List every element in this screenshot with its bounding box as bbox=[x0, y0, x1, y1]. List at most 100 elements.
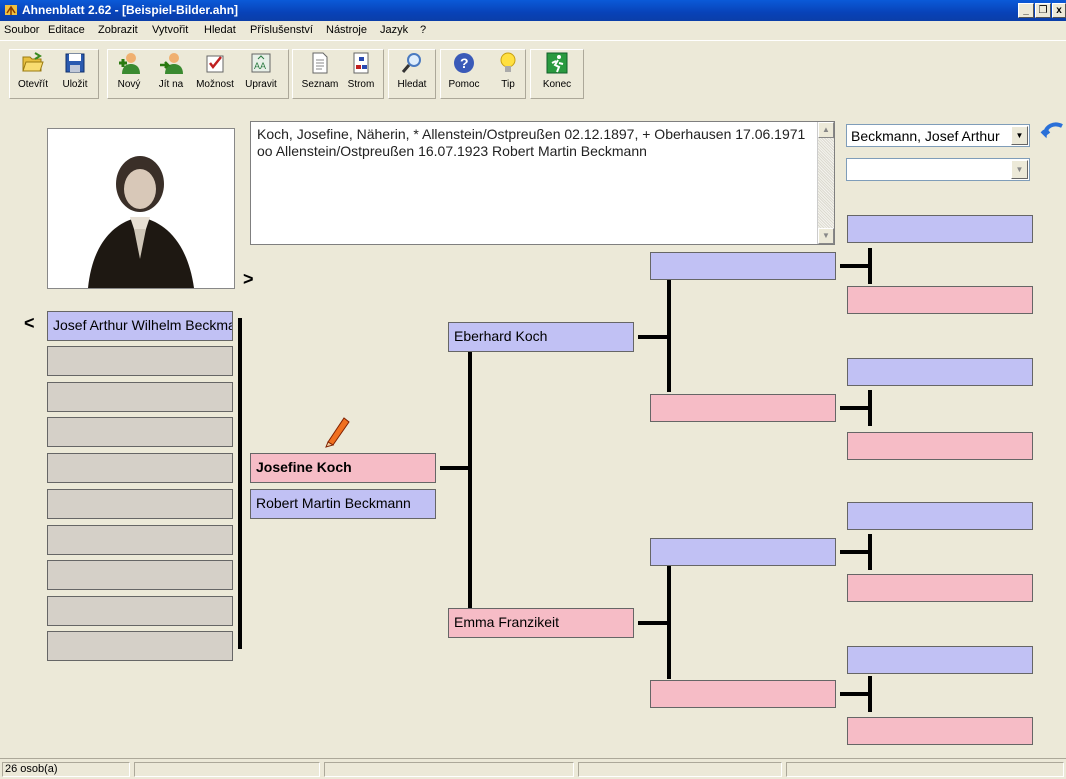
spouse-box[interactable]: Robert Martin Beckmann bbox=[250, 489, 436, 519]
svg-text:?: ? bbox=[460, 55, 469, 71]
mother-box[interactable]: Emma Franzikeit bbox=[448, 608, 634, 638]
new-person-button[interactable]: Nový bbox=[108, 51, 150, 99]
window-title: Ahnenblatt 2.62 - [Beispiel-Bilder.ahn] bbox=[22, 3, 239, 17]
app-tree-icon bbox=[5, 5, 17, 15]
person-select-value: Beckmann, Josef Arthur bbox=[851, 128, 1000, 144]
tip-button[interactable]: Tip bbox=[487, 51, 529, 99]
search-button[interactable]: Hledat bbox=[391, 51, 433, 99]
child-box[interactable] bbox=[47, 382, 233, 412]
help-label: Pomoc bbox=[448, 79, 480, 90]
proband-connector bbox=[440, 466, 470, 470]
svg-text:AA: AA bbox=[254, 61, 266, 71]
save-button[interactable]: Uložit bbox=[54, 51, 96, 99]
options-button[interactable]: Možnost bbox=[194, 51, 236, 99]
great-grandparent-box[interactable] bbox=[847, 358, 1033, 386]
second-select[interactable]: ▼ bbox=[846, 158, 1030, 181]
great-grandparent-box[interactable] bbox=[847, 574, 1033, 602]
help-button[interactable]: ? Pomoc bbox=[443, 51, 485, 99]
scroll-down-arrow-icon[interactable]: ▼ bbox=[818, 228, 834, 244]
portrait-image bbox=[48, 129, 234, 288]
status-count: 26 osob(a) bbox=[2, 762, 130, 777]
menu-accessories[interactable]: Příslušenství bbox=[250, 24, 313, 36]
pencil-edit-icon[interactable] bbox=[322, 412, 352, 448]
close-button[interactable]: x bbox=[1052, 3, 1066, 18]
grandparent-box[interactable] bbox=[650, 538, 836, 566]
great-grandparent-box[interactable] bbox=[847, 502, 1033, 530]
menu-tools[interactable]: Nástroje bbox=[326, 24, 367, 36]
scroll-up-arrow-icon[interactable]: ▲ bbox=[818, 122, 834, 138]
edit-button[interactable]: AA Upravit bbox=[240, 51, 282, 99]
great-grandparent-box[interactable] bbox=[847, 286, 1033, 314]
menu-create[interactable]: Vytvořit bbox=[152, 24, 188, 36]
child-box[interactable] bbox=[47, 489, 233, 519]
save-label: Uložit bbox=[62, 79, 88, 90]
gp-connector bbox=[840, 406, 870, 410]
chevron-down-icon[interactable]: ▼ bbox=[1011, 126, 1028, 145]
grandparent-box[interactable] bbox=[650, 394, 836, 422]
list-button[interactable]: Seznam bbox=[299, 51, 341, 99]
options-label: Možnost bbox=[196, 79, 234, 90]
add-person-icon bbox=[119, 53, 140, 74]
menu-view[interactable]: Zobrazit bbox=[98, 24, 138, 36]
person-photo[interactable] bbox=[47, 128, 235, 289]
child-box[interactable] bbox=[47, 560, 233, 590]
details-scrollbar[interactable]: ▲ ▼ bbox=[817, 122, 834, 244]
mother-connector bbox=[638, 621, 670, 625]
great-grandparent-box[interactable] bbox=[847, 717, 1033, 745]
person-select[interactable]: Beckmann, Josef Arthur ▼ bbox=[846, 124, 1030, 147]
chevron-down-icon[interactable]: ▼ bbox=[1011, 160, 1028, 179]
open-button[interactable]: Otevřít bbox=[12, 51, 54, 99]
grandparent-box[interactable] bbox=[650, 680, 836, 708]
folder-open-icon bbox=[22, 52, 44, 72]
new-person-label: Nový bbox=[117, 79, 141, 90]
restore-button[interactable]: ❐ bbox=[1035, 3, 1051, 18]
ggp-connector bbox=[868, 676, 872, 712]
father-connector bbox=[638, 335, 670, 339]
paternal-grandparents-connector bbox=[667, 280, 671, 392]
open-label: Otevřít bbox=[17, 79, 48, 90]
edit-text-icon: AA bbox=[251, 53, 271, 73]
minimize-button[interactable]: _ bbox=[1018, 3, 1034, 18]
tree-button[interactable]: Strom bbox=[340, 51, 382, 99]
maternal-grandparents-connector bbox=[667, 563, 671, 679]
menu-search[interactable]: Hledat bbox=[204, 24, 236, 36]
person-details-box[interactable]: Koch, Josefine, Näherin, * Allenstein/Os… bbox=[250, 121, 835, 245]
magnifier-icon bbox=[401, 53, 421, 73]
edit-label: Upravit bbox=[245, 79, 277, 90]
great-grandparent-box[interactable] bbox=[847, 432, 1033, 460]
child-box[interactable] bbox=[47, 525, 233, 555]
child-box[interactable] bbox=[47, 596, 233, 626]
status-panel bbox=[578, 762, 782, 777]
menu-help[interactable]: ? bbox=[420, 24, 426, 36]
menu-language[interactable]: Jazyk bbox=[380, 24, 408, 36]
child-box[interactable] bbox=[47, 417, 233, 447]
proband-box[interactable]: Josefine Koch bbox=[250, 453, 436, 483]
child-box[interactable]: Josef Arthur Wilhelm Beckmann bbox=[47, 311, 233, 341]
title-bar: Ahnenblatt 2.62 - [Beispiel-Bilder.ahn] … bbox=[0, 0, 1066, 21]
child-box[interactable] bbox=[47, 346, 233, 376]
family-tree-view: Koch, Josefine, Näherin, * Allenstein/Os… bbox=[0, 102, 1066, 758]
back-arrow-icon[interactable] bbox=[1040, 120, 1066, 146]
gp-connector bbox=[840, 264, 870, 268]
next-arrow[interactable]: > bbox=[243, 269, 254, 290]
menu-file[interactable]: Soubor bbox=[4, 24, 39, 36]
gp-connector bbox=[840, 692, 870, 696]
grandparent-box[interactable] bbox=[650, 252, 836, 280]
exit-label: Konec bbox=[542, 79, 572, 90]
child-box[interactable] bbox=[47, 453, 233, 483]
list-document-icon bbox=[312, 52, 328, 74]
exit-button[interactable]: Konec bbox=[536, 51, 578, 99]
prev-arrow[interactable]: < bbox=[24, 313, 35, 334]
menu-bar: Soubor Editace Zobrazit Vytvořit Hledat … bbox=[0, 21, 1066, 40]
child-box[interactable] bbox=[47, 631, 233, 661]
great-grandparent-box[interactable] bbox=[847, 215, 1033, 243]
goto-button[interactable]: Jít na bbox=[150, 51, 192, 99]
tree-label: Strom bbox=[347, 79, 375, 90]
ggp-connector bbox=[868, 390, 872, 426]
menu-edit[interactable]: Editace bbox=[48, 24, 85, 36]
father-box[interactable]: Eberhard Koch bbox=[448, 322, 634, 352]
lightbulb-icon bbox=[500, 52, 516, 72]
ggp-connector bbox=[868, 248, 872, 284]
gp-connector bbox=[840, 550, 870, 554]
great-grandparent-box[interactable] bbox=[847, 646, 1033, 674]
